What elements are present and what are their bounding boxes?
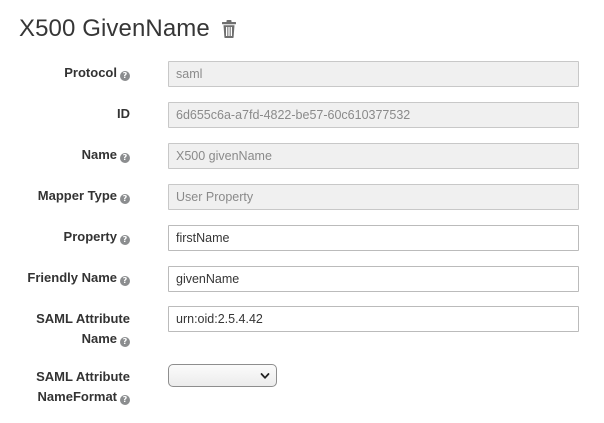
saml-attribute-name-label: SAML Attribute Name? — [36, 311, 130, 347]
property-input[interactable] — [168, 225, 579, 251]
friendly-name-input[interactable] — [168, 266, 579, 292]
id-field[interactable] — [168, 102, 579, 128]
saml-attribute-nameformat-select[interactable] — [168, 364, 277, 387]
saml-attribute-name-input[interactable] — [168, 306, 579, 332]
property-label: Property? — [64, 227, 130, 247]
protocol-field[interactable] — [168, 61, 579, 87]
mapper-type-field[interactable] — [168, 184, 579, 210]
help-icon[interactable]: ? — [120, 153, 130, 163]
name-label: Name? — [82, 145, 130, 165]
help-icon[interactable]: ? — [120, 276, 130, 286]
saml-attribute-nameformat-label: SAML Attribute NameFormat? — [36, 369, 130, 405]
help-icon[interactable]: ? — [120, 235, 130, 245]
trash-icon[interactable] — [221, 19, 237, 39]
protocol-label: Protocol? — [64, 63, 130, 83]
mapper-type-label: Mapper Type? — [38, 186, 130, 206]
help-icon[interactable]: ? — [120, 194, 130, 204]
id-label: ID — [117, 106, 130, 121]
page-title: X500 GivenName — [19, 15, 210, 42]
friendly-name-label: Friendly Name? — [27, 268, 130, 288]
help-icon[interactable]: ? — [120, 71, 130, 81]
chevron-down-icon — [260, 369, 270, 381]
help-icon[interactable]: ? — [120, 395, 130, 405]
page-header: X500 GivenName — [19, 12, 237, 46]
name-field[interactable] — [168, 143, 579, 169]
help-icon[interactable]: ? — [120, 337, 130, 347]
